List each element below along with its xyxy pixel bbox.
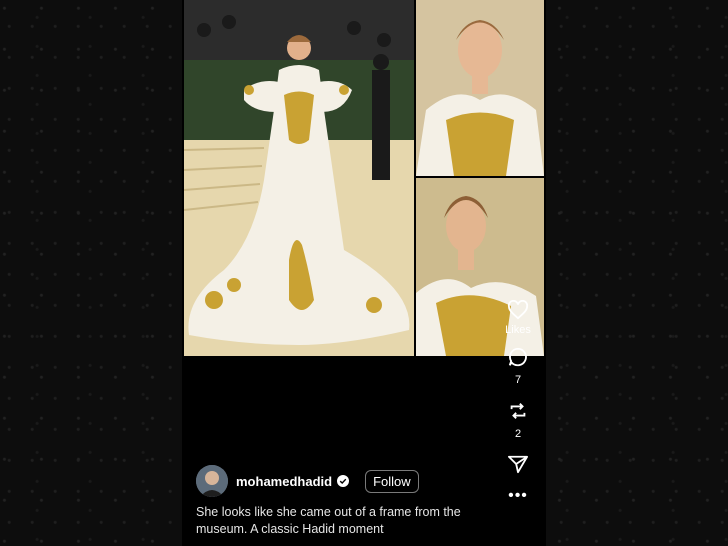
repost-icon: [510, 403, 526, 419]
more-label: •••: [508, 487, 528, 504]
like-button[interactable]: Likes: [505, 300, 531, 336]
follow-button[interactable]: Follow: [365, 469, 419, 493]
post-card: Likes 7 2 ••• mohamedhadid Follow She lo…: [182, 0, 546, 546]
post-image-main[interactable]: [184, 0, 414, 356]
share-icon: [507, 455, 528, 474]
comment-button[interactable]: 7: [507, 346, 529, 386]
heart-icon: [507, 300, 529, 320]
avatar[interactable]: [196, 465, 228, 497]
comments-count: 7: [514, 374, 522, 386]
likes-label: Likes: [505, 324, 531, 336]
reposts-count: 2: [514, 428, 522, 440]
post-image-portrait-1[interactable]: [416, 0, 544, 176]
repost-button[interactable]: 2: [507, 400, 529, 440]
post-caption: She looks like she came out of a frame f…: [196, 505, 461, 536]
comment-icon: [508, 347, 527, 367]
share-button[interactable]: [507, 454, 529, 474]
author-username[interactable]: mohamedhadid: [236, 474, 332, 489]
post-author: mohamedhadid Follow: [196, 464, 419, 498]
post-actions: Likes 7 2 •••: [496, 300, 540, 504]
verified-icon: [337, 475, 350, 487]
more-icon[interactable]: •••: [508, 487, 528, 504]
